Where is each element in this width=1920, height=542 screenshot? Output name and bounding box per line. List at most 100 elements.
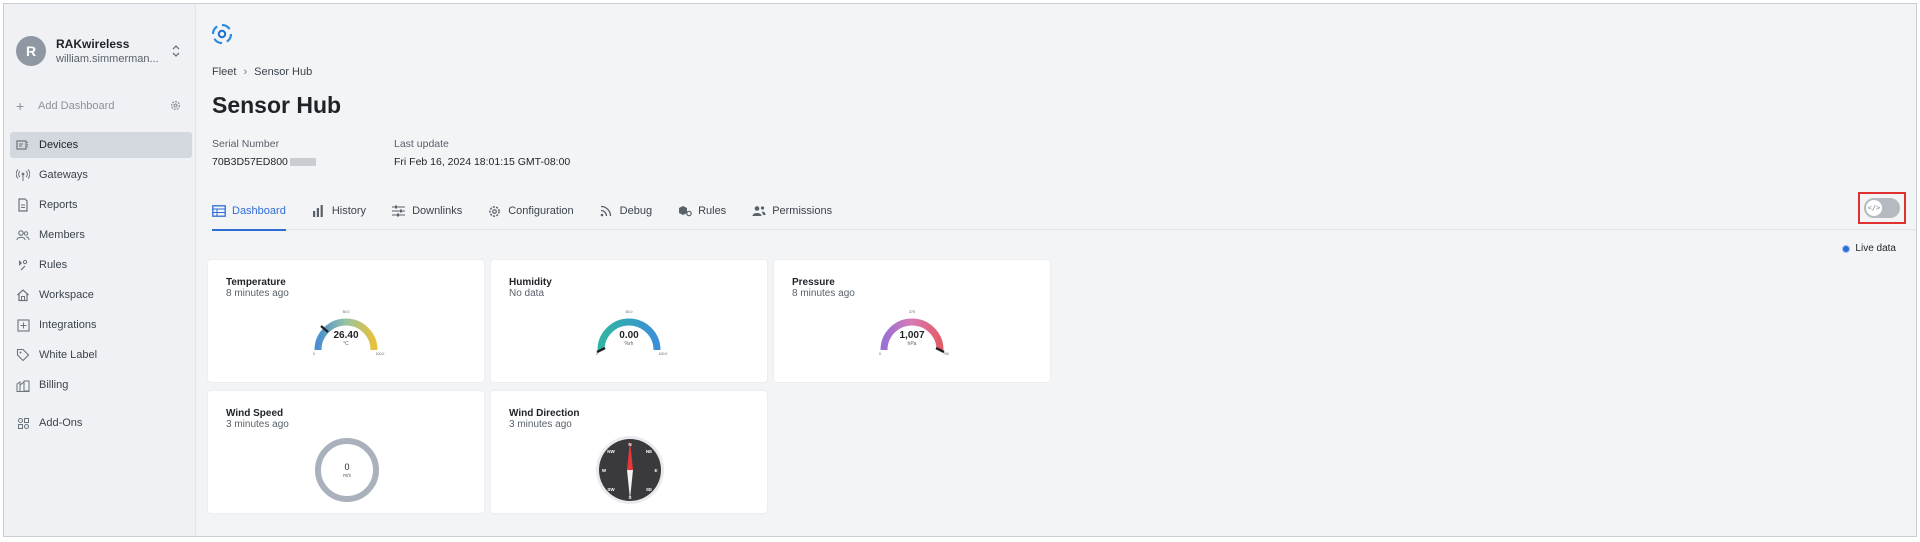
compass-label-sw: SW [607, 487, 615, 492]
last-update-block: Last update Fri Feb 16, 2024 18:01:15 GM… [394, 138, 570, 168]
tab-rules[interactable]: Rules [678, 192, 726, 230]
redacted-mark [289, 158, 316, 167]
rules-icon [678, 204, 692, 218]
wind-speed-dial: 0 m/s [315, 438, 379, 502]
widget-subtitle: 3 minutes ago [226, 419, 289, 430]
serial-number-value: 70B3D57ED800 [212, 156, 288, 168]
integrations-icon [16, 318, 30, 332]
live-dot-icon [1842, 244, 1851, 253]
sidebar-item-devices[interactable]: Devices [10, 132, 192, 158]
sidebar-item-billing[interactable]: Billing [10, 372, 192, 398]
temperature-widget[interactable]: Temperature 8 minutes ago 26.40 °C 50.0 … [208, 260, 484, 382]
table-icon [212, 204, 226, 218]
wind-speed-widget[interactable]: Wind Speed 3 minutes ago 0 m/s [208, 391, 484, 513]
add-dashboard-button[interactable]: + Add Dashboard [16, 97, 186, 115]
members-icon [16, 228, 30, 242]
gear-icon[interactable] [169, 99, 182, 112]
sidebar-item-label: Add-Ons [39, 417, 83, 429]
sidebar-item-integrations[interactable]: Integrations [10, 312, 192, 338]
widget-subtitle: No data [509, 288, 545, 299]
gear-icon [488, 204, 502, 218]
tab-label: Dashboard [232, 205, 286, 217]
pressure-gauge: 1,007 hPa 375 0 750 [879, 310, 949, 356]
gauge-max-label: 750 [943, 352, 949, 356]
humidity-widget[interactable]: Humidity No data 0.00 %rh 50.0 0 100.0 [491, 260, 767, 382]
tab-debug[interactable]: Debug [600, 192, 652, 230]
org-user: william.simmerman... [56, 52, 159, 65]
sidebar-item-workspace[interactable]: Workspace [10, 282, 192, 308]
gauge-value: 0.00 [619, 330, 639, 341]
gauge-min-label: 0 [879, 352, 881, 356]
compass-label-se: SE [646, 487, 652, 492]
gauge-mid-label: 50.0 [626, 310, 633, 314]
breadcrumb-fleet-link[interactable]: Fleet [212, 66, 236, 78]
widget-title: Pressure [792, 277, 835, 288]
compass-label-s: S [628, 495, 631, 500]
dial-unit: m/s [343, 473, 352, 479]
code-view-toggle[interactable]: </> [1864, 198, 1900, 218]
pressure-widget[interactable]: Pressure 8 minutes ago 1,007 hPa 375 0 7… [774, 260, 1050, 382]
tab-configuration[interactable]: Configuration [488, 192, 574, 230]
last-update-value: Fri Feb 16, 2024 18:01:15 GMT-08:00 [394, 156, 571, 168]
tab-bar: Dashboard History Downlinks Configuratio… [212, 192, 1916, 231]
addons-icon [16, 416, 30, 430]
widget-title: Wind Direction [509, 408, 580, 419]
sidebar-item-gateways[interactable]: Gateways [10, 162, 192, 188]
sidebar-item-label: Workspace [39, 289, 94, 301]
sidebar-item-label: Reports [39, 199, 78, 211]
org-switcher[interactable]: R RAKwireless william.simmerman... [16, 33, 186, 69]
serial-number-label: Serial Number [212, 138, 280, 150]
serial-number-block: Serial Number 70B3D57ED800 [212, 138, 316, 168]
last-update-label: Last update [394, 138, 449, 150]
plus-icon: + [16, 98, 25, 114]
wind-direction-widget[interactable]: Wind Direction 3 minutes ago N NE E SE S… [491, 391, 767, 513]
sidebar-item-white-label[interactable]: White Label [10, 342, 192, 368]
sidebar-item-label: Billing [39, 379, 69, 391]
tab-downlinks[interactable]: Downlinks [392, 192, 462, 230]
page-title: Sensor Hub [212, 92, 342, 118]
bar-chart-icon [312, 204, 326, 218]
widget-subtitle: 8 minutes ago [226, 288, 289, 299]
tab-dashboard[interactable]: Dashboard [212, 192, 286, 231]
main-content: Fleet › Sensor Hub Sensor Hub Serial Num… [196, 4, 1916, 536]
compass-label-nw: NW [607, 449, 615, 454]
widget-subtitle: 8 minutes ago [792, 288, 855, 299]
permissions-icon [752, 204, 766, 218]
chevron-right-icon: › [243, 66, 248, 78]
sidebar-nav: Devices Gateways Reports Members Rules W… [10, 132, 192, 440]
billing-icon [16, 378, 30, 392]
sidebar-item-add-ons[interactable]: Add-Ons [10, 410, 192, 436]
sidebar-item-label: Rules [39, 259, 68, 271]
add-dashboard-label: Add Dashboard [38, 100, 115, 112]
humidity-gauge: 0.00 %rh 50.0 0 100.0 [596, 310, 667, 356]
gauge-mid-label: 375 [909, 310, 915, 314]
tab-history[interactable]: History [312, 192, 366, 230]
compass-label-e: E [654, 468, 657, 473]
sidebar-item-members[interactable]: Members [10, 222, 192, 248]
tab-label: History [331, 205, 367, 217]
compass: N NE E SE S SW W NW [596, 436, 664, 504]
gauge-mid-label: 50.0 [343, 310, 350, 314]
breadcrumb: Fleet › Sensor Hub [212, 66, 312, 78]
app-window: R RAKwireless william.simmerman... + Add… [3, 3, 1917, 537]
compass-label-ne: NE [646, 449, 652, 454]
sidebar-item-label: Integrations [39, 319, 97, 331]
gauge-unit: °C [343, 341, 349, 347]
gauge-min-label: 0 [596, 352, 598, 356]
tab-permissions[interactable]: Permissions [752, 192, 832, 230]
gauge-value: 1,007 [899, 330, 924, 341]
tag-icon [16, 348, 30, 362]
live-data-indicator: Live data [1842, 243, 1896, 254]
tab-label: Permissions [772, 205, 833, 217]
gauge-value: 26.40 [333, 330, 358, 341]
rak-logo-icon[interactable] [212, 24, 232, 44]
sidebar-item-reports[interactable]: Reports [10, 192, 192, 218]
tab-label: Downlinks [412, 205, 463, 217]
dial-value: 0 [344, 462, 349, 472]
gauge-unit: hPa [908, 341, 917, 347]
sidebar-item-rules[interactable]: Rules [10, 252, 192, 278]
gauge-max-label: 100.0 [376, 352, 385, 356]
tab-label: Rules [698, 205, 727, 217]
sliders-icon [392, 204, 406, 218]
tab-label: Debug [619, 205, 653, 217]
